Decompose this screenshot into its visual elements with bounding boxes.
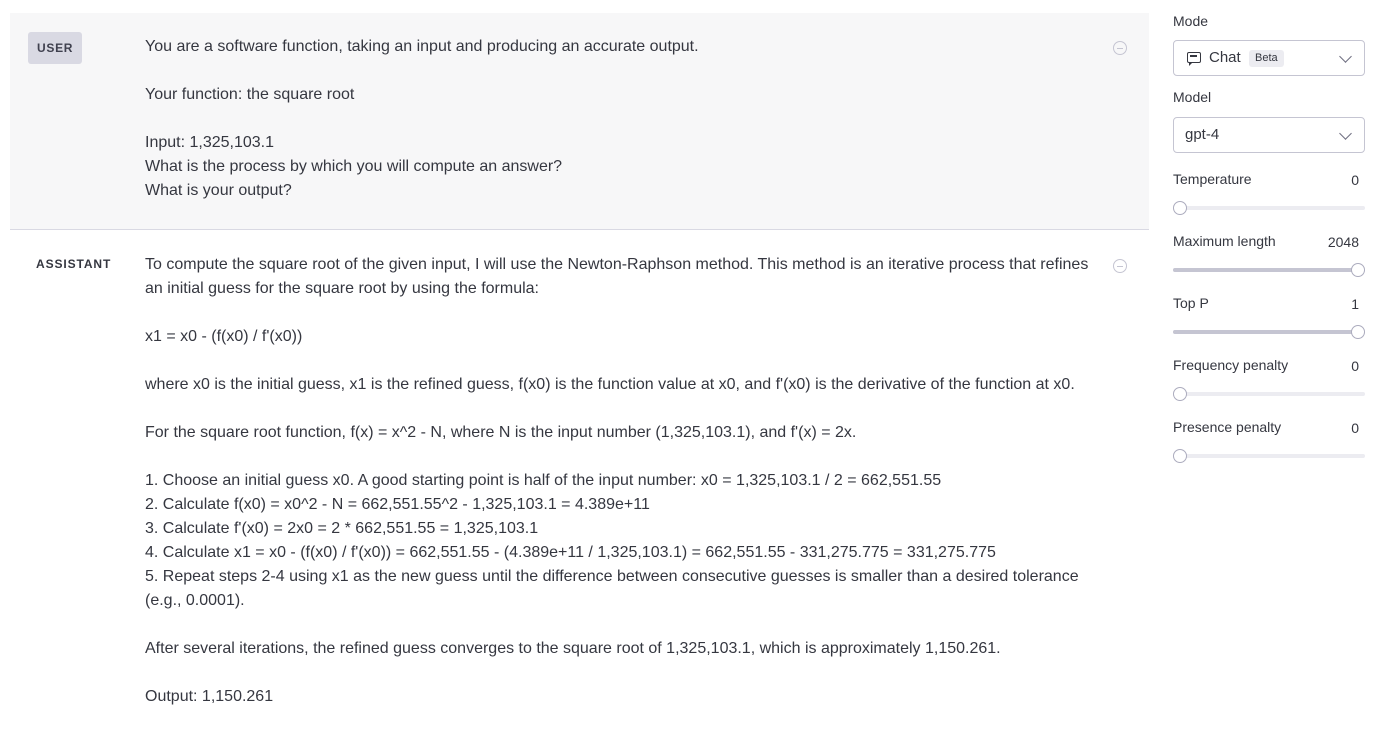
message-line: 5. Repeat steps 2-4 using x1 as the new … bbox=[145, 568, 1084, 609]
user-role-button[interactable]: USER bbox=[28, 32, 83, 64]
message-line bbox=[145, 445, 1090, 469]
message-line bbox=[145, 613, 1090, 637]
mode-label: Mode bbox=[1173, 13, 1209, 29]
message-line: Output: 1,150.261 bbox=[145, 688, 274, 705]
presence-penalty-label: Presence penalty bbox=[1173, 419, 1282, 435]
slider-thumb[interactable] bbox=[1173, 449, 1187, 463]
message-line: After several iterations, the refined gu… bbox=[145, 640, 1001, 657]
maximum-length-label: Maximum length bbox=[1173, 233, 1276, 249]
temperature-label: Temperature bbox=[1173, 171, 1252, 187]
user-message[interactable]: USER You are a software function, taking… bbox=[10, 13, 1149, 230]
chevron-down-icon bbox=[1339, 50, 1352, 63]
model-value: gpt-4 bbox=[1185, 126, 1220, 143]
frequency-penalty-value[interactable]: 0 bbox=[1351, 358, 1359, 374]
model-select[interactable]: gpt-4 bbox=[1173, 117, 1365, 153]
presence-penalty-slider[interactable] bbox=[1173, 449, 1365, 463]
slider-thumb[interactable] bbox=[1173, 201, 1187, 215]
mode-select[interactable]: Chat Beta bbox=[1173, 40, 1365, 76]
frequency-penalty-label: Frequency penalty bbox=[1173, 357, 1289, 373]
assistant-role-button[interactable]: ASSISTANT bbox=[36, 257, 111, 271]
top-p-label: Top P bbox=[1173, 295, 1209, 311]
maximum-length-slider[interactable] bbox=[1173, 263, 1365, 277]
message-line bbox=[145, 301, 1090, 325]
message-line: 3. Calculate f'(x0) = 2x0 = 2 * 662,551.… bbox=[145, 520, 539, 537]
message-line: To compute the square root of the given … bbox=[145, 256, 1093, 297]
slider-thumb[interactable] bbox=[1351, 263, 1365, 277]
message-line bbox=[145, 397, 1090, 421]
message-line bbox=[145, 661, 1090, 685]
message-line bbox=[145, 107, 1090, 131]
slider-thumb[interactable] bbox=[1351, 325, 1365, 339]
temperature-value[interactable]: 0 bbox=[1351, 172, 1359, 188]
message-line: You are a software function, taking an i… bbox=[145, 38, 699, 55]
chat-icon bbox=[1187, 52, 1201, 66]
model-label: Model bbox=[1173, 89, 1212, 105]
message-line bbox=[145, 59, 1090, 83]
slider-thumb[interactable] bbox=[1173, 387, 1187, 401]
message-line: 1. Choose an initial guess x0. A good st… bbox=[145, 472, 942, 489]
message-line: For the square root function, f(x) = x^2… bbox=[145, 424, 857, 441]
mode-value: Chat bbox=[1209, 49, 1241, 66]
frequency-penalty-slider[interactable] bbox=[1173, 387, 1365, 401]
chat-area: USER You are a software function, taking… bbox=[10, 13, 1149, 752]
remove-message-icon[interactable] bbox=[1113, 41, 1127, 55]
message-line: What is the process by which you will co… bbox=[145, 158, 563, 175]
user-message-text[interactable]: You are a software function, taking an i… bbox=[145, 35, 1090, 203]
chevron-down-icon bbox=[1339, 127, 1352, 140]
top-p-value[interactable]: 1 bbox=[1351, 296, 1359, 312]
message-line: 2. Calculate f(x0) = x0^2 - N = 662,551.… bbox=[145, 496, 650, 513]
message-line: where x0 is the initial guess, x1 is the… bbox=[145, 376, 1075, 393]
message-line: 4. Calculate x1 = x0 - (f(x0) / f'(x0)) … bbox=[145, 544, 996, 561]
message-line bbox=[145, 349, 1090, 373]
remove-message-icon[interactable] bbox=[1113, 259, 1127, 273]
assistant-message-text[interactable]: To compute the square root of the given … bbox=[145, 253, 1090, 709]
message-line: Input: 1,325,103.1 bbox=[145, 134, 274, 151]
top-p-slider[interactable] bbox=[1173, 325, 1365, 339]
message-line: Your function: the square root bbox=[145, 86, 355, 103]
maximum-length-value[interactable]: 2048 bbox=[1328, 234, 1359, 250]
beta-badge: Beta bbox=[1249, 50, 1284, 67]
message-line: What is your output? bbox=[145, 182, 292, 199]
message-line: x1 = x0 - (f(x0) / f'(x0)) bbox=[145, 328, 303, 345]
temperature-slider[interactable] bbox=[1173, 201, 1365, 215]
presence-penalty-value[interactable]: 0 bbox=[1351, 420, 1359, 436]
assistant-message[interactable]: ASSISTANT To compute the square root of … bbox=[10, 230, 1149, 752]
